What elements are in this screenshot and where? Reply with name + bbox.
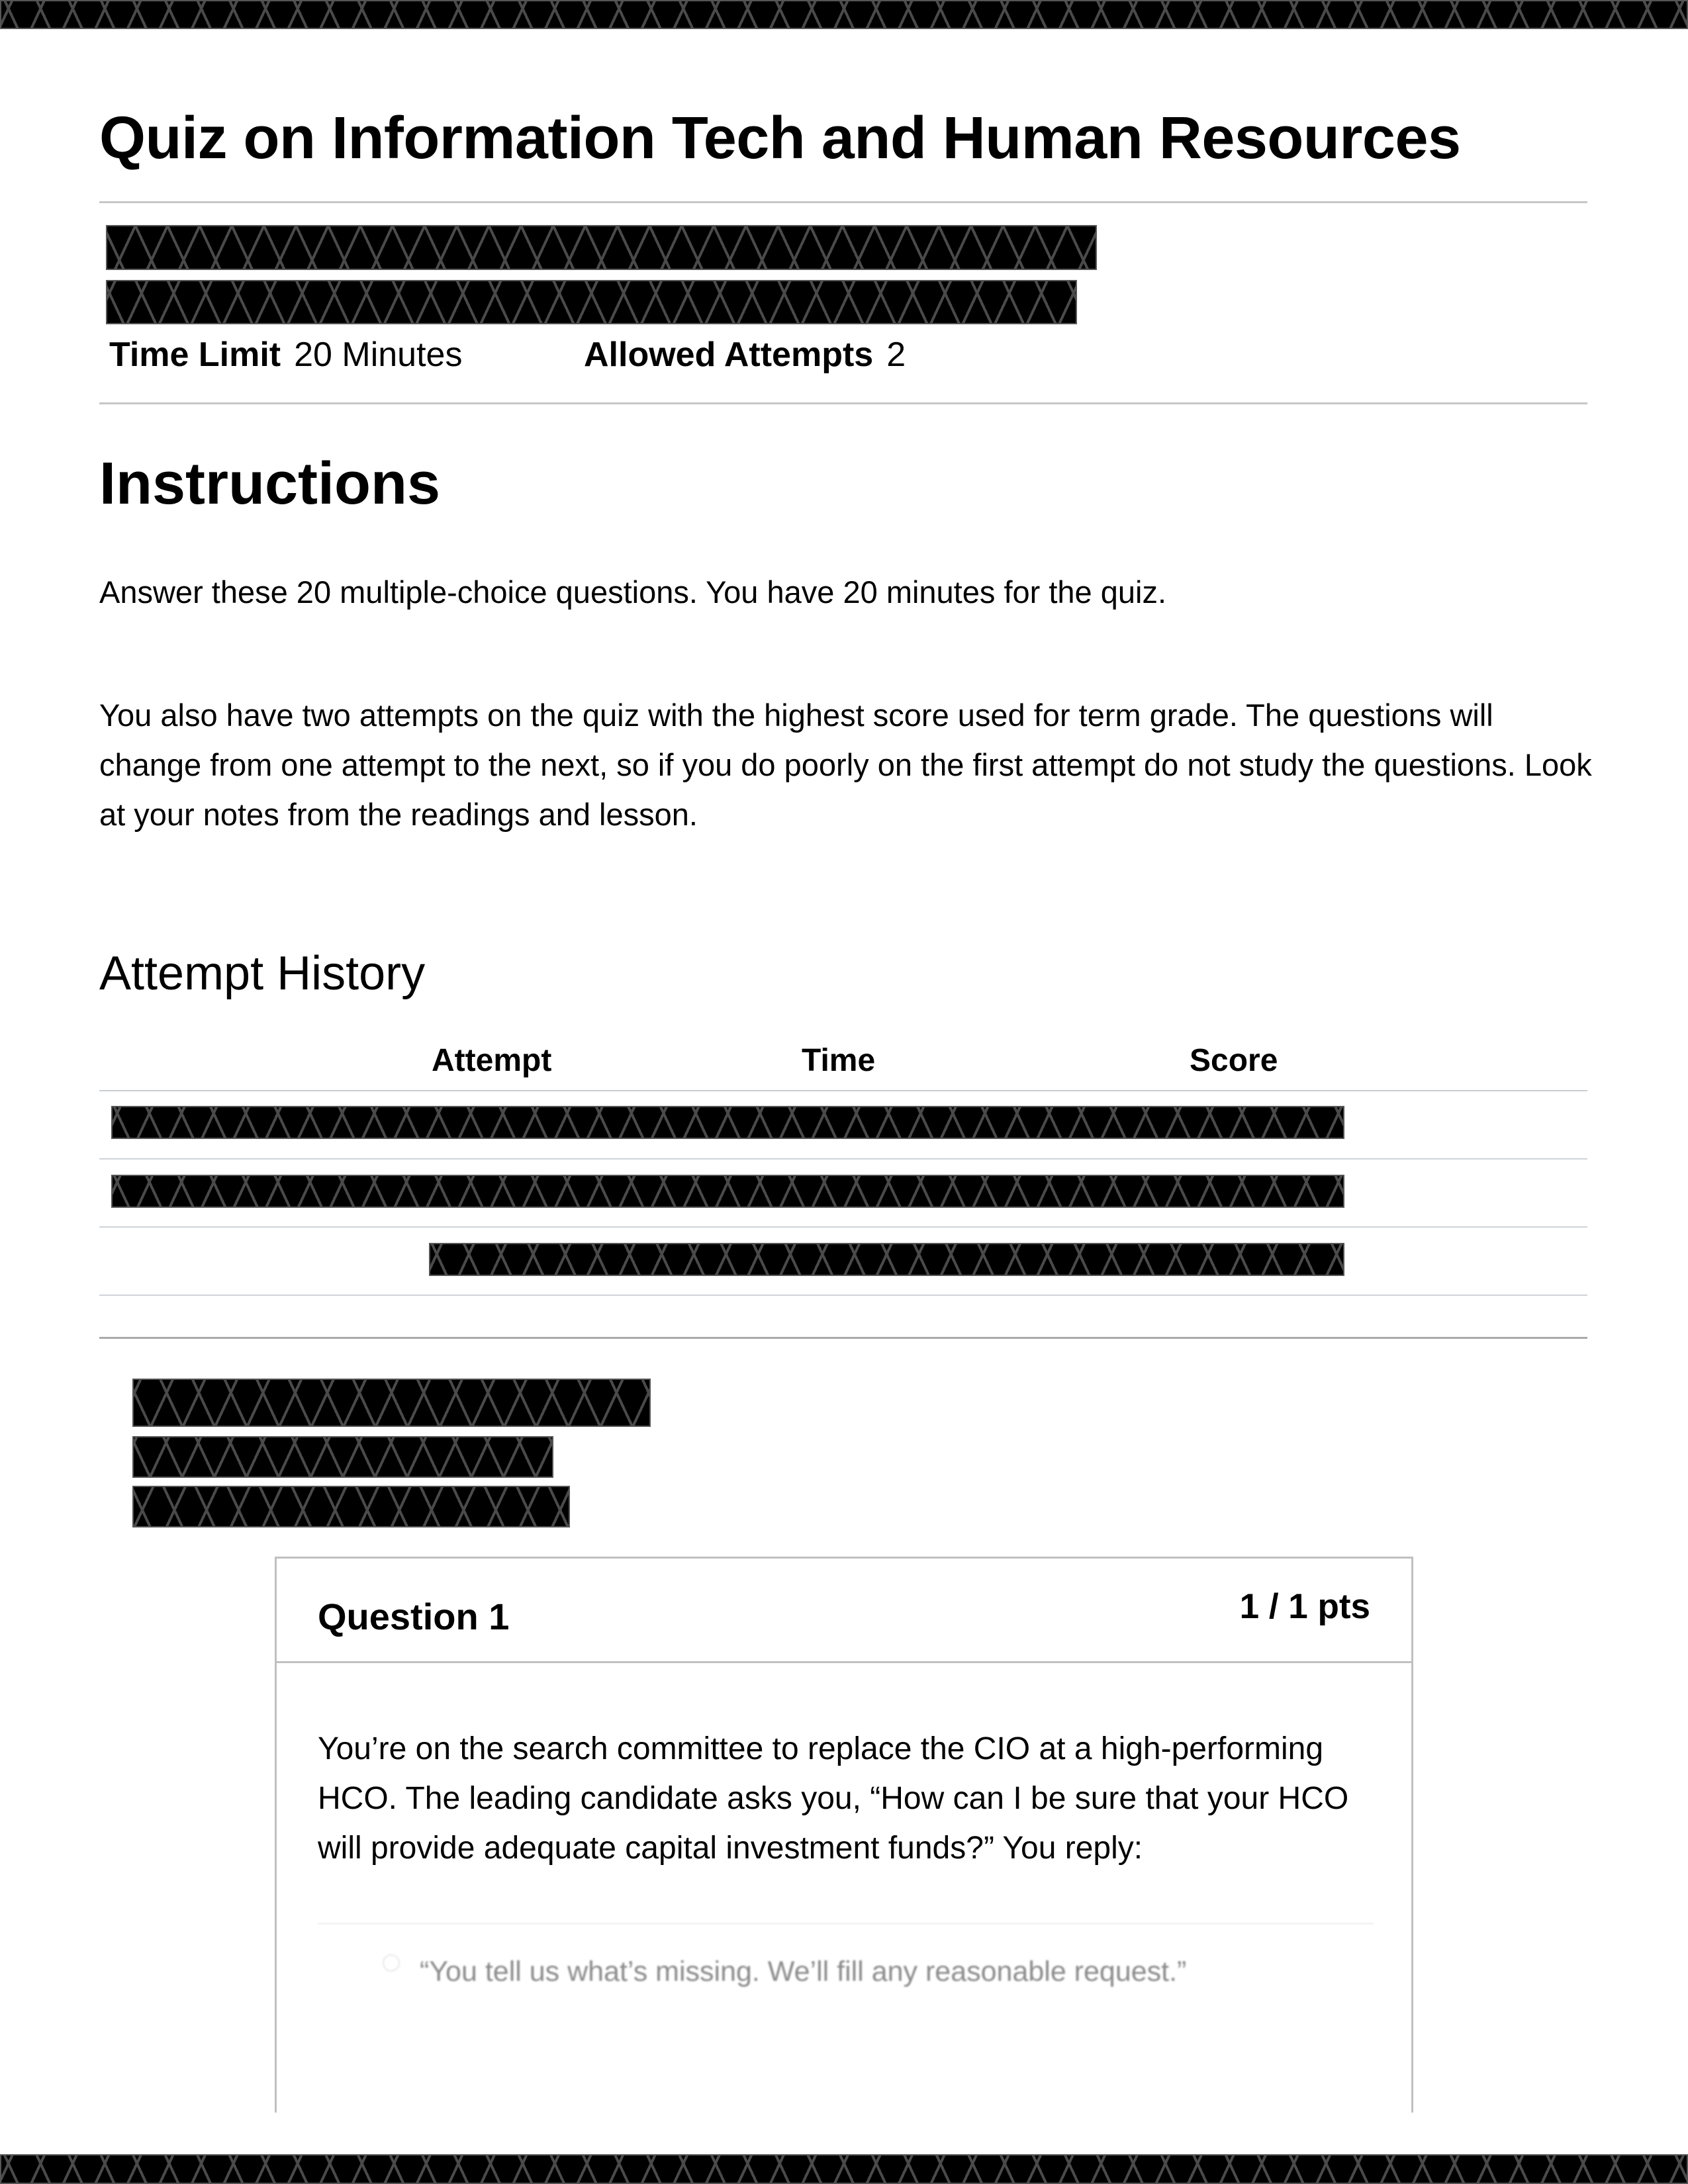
time-limit-label: Time Limit [109, 336, 281, 374]
column-header-attempt: Attempt [432, 1043, 552, 1078]
instructions-heading: Instructions [99, 451, 441, 517]
question-header: Question 1 1 / 1 pts [277, 1559, 1411, 1663]
answer-option[interactable]: “You tell us what’s missing. We’ll fill … [383, 1954, 1187, 1988]
allowed-attempts-label: Allowed Attempts [584, 336, 874, 374]
allowed-attempts: Allowed Attempts 2 [584, 335, 906, 375]
bottom-redaction-band [0, 2154, 1688, 2184]
table-header-rule [99, 1090, 1587, 1091]
redacted-info-line-2 [106, 280, 1077, 324]
column-header-score: Score [1190, 1043, 1278, 1078]
table-row-rule [99, 1295, 1587, 1296]
attempt-history-heading: Attempt History [99, 947, 426, 1000]
allowed-attempts-value: 2 [886, 336, 906, 374]
instructions-paragraph-2: You also have two attempts on the quiz w… [99, 698, 1592, 832]
column-header-time: Time [802, 1043, 876, 1078]
redacted-submission-line-3 [132, 1486, 570, 1527]
radio-button-icon[interactable] [383, 1954, 400, 1972]
answer-option-label: “You tell us what’s missing. We’ll fill … [420, 1956, 1187, 1987]
question-title: Question 1 [318, 1596, 510, 1637]
page-title: Quiz on Information Tech and Human Resou… [99, 105, 1461, 171]
title-divider [99, 201, 1587, 203]
table-row-redacted [111, 1175, 1344, 1208]
question-text: You’re on the search committee to replac… [318, 1731, 1349, 1866]
redacted-submission-line-2 [132, 1436, 553, 1478]
redacted-info-line-1 [106, 225, 1097, 270]
question-points: 1 / 1 pts [1239, 1587, 1370, 1626]
meta-divider [99, 402, 1587, 404]
question-card: Question 1 1 / 1 pts You’re on the searc… [275, 1557, 1413, 2113]
redacted-submission-line-1 [132, 1379, 651, 1427]
instructions-paragraph-1: Answer these 20 multiple-choice question… [99, 574, 1167, 610]
time-limit: Time Limit 20 Minutes [109, 335, 462, 375]
top-redaction-band [0, 0, 1688, 29]
answers-divider [318, 1923, 1374, 1925]
table-row-rule [99, 1158, 1587, 1160]
section-divider [99, 1337, 1587, 1339]
table-row-rule [99, 1226, 1587, 1228]
time-limit-value: 20 Minutes [294, 336, 463, 374]
table-row-redacted [111, 1106, 1344, 1139]
table-row-redacted [429, 1243, 1344, 1276]
